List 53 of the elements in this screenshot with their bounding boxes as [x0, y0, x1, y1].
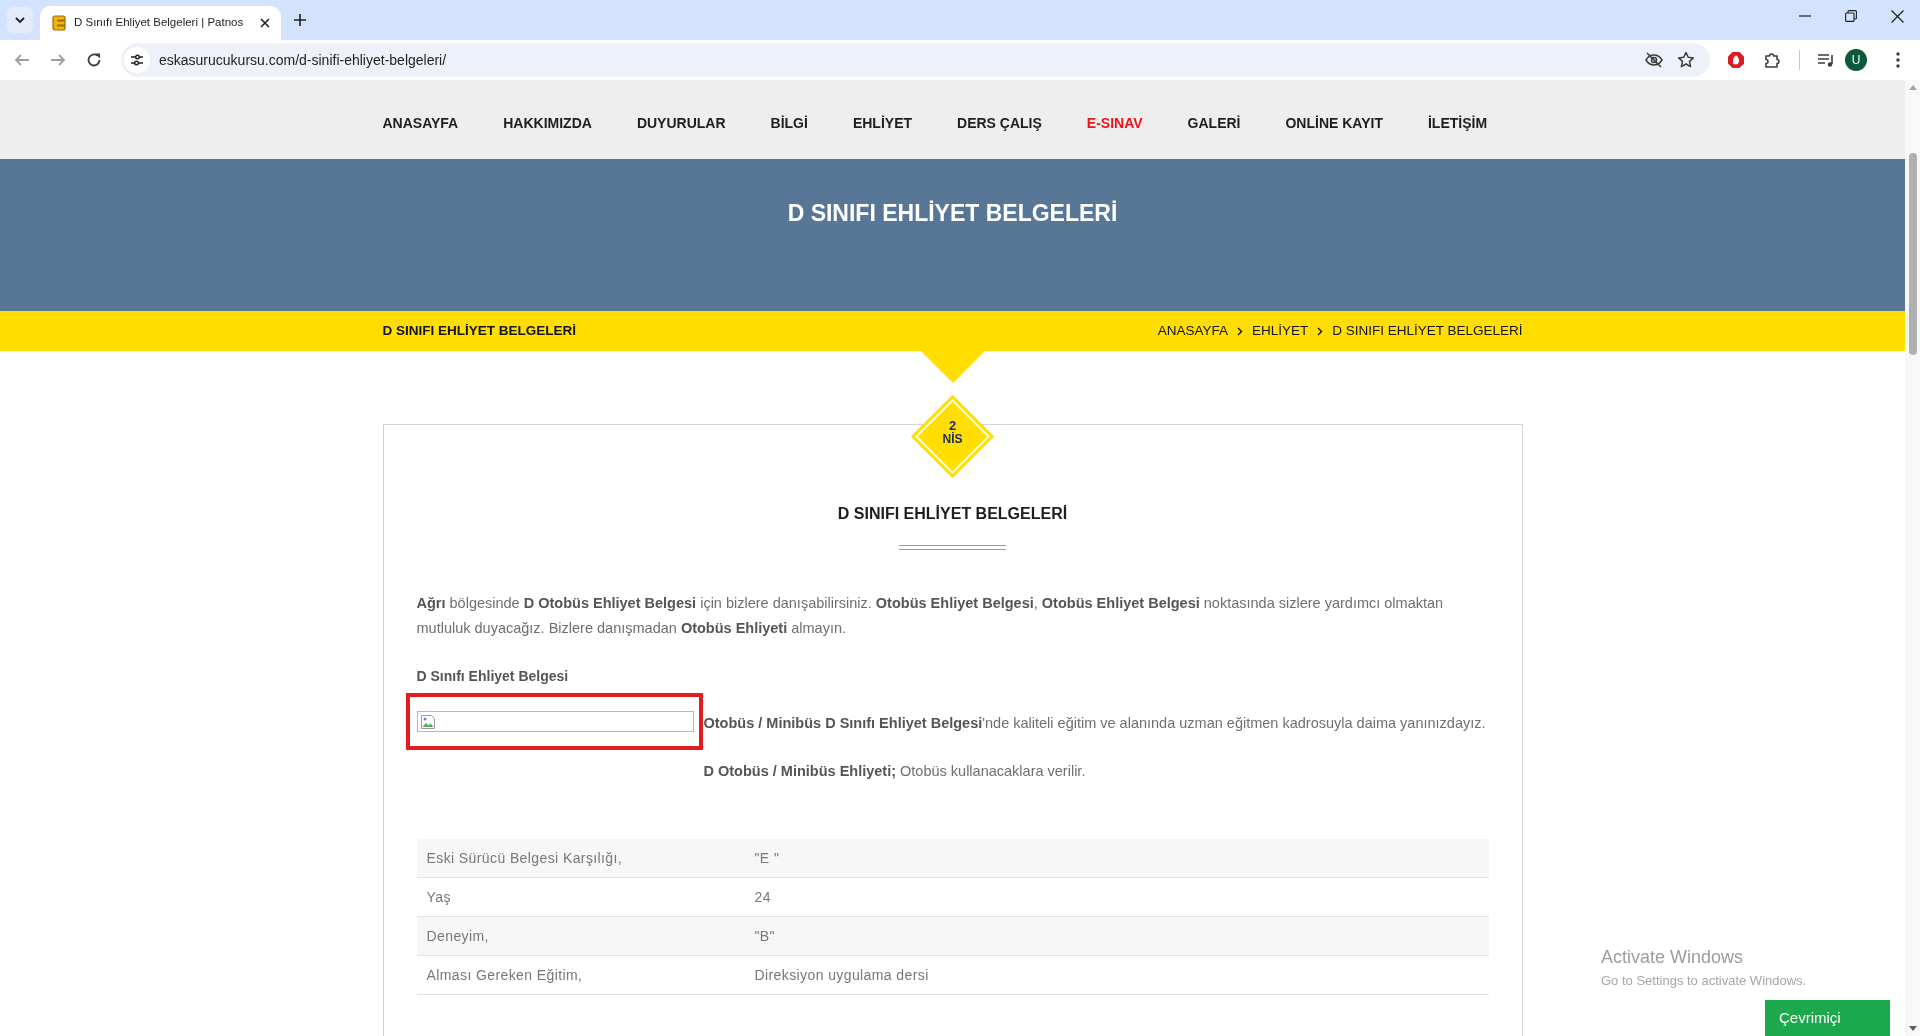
broken-image-icon	[419, 714, 436, 730]
section-title: D SINIFI EHLİYET BELGELERİ	[382, 321, 576, 340]
close-icon[interactable]	[1891, 9, 1904, 23]
section-heading: D Sınıfı Ehliyet Belgesi	[416, 667, 570, 686]
media-playlist-icon[interactable]	[1817, 52, 1835, 68]
article-title: D SINIFI EHLİYET BELGELERİ	[836, 504, 1069, 524]
puzzle-icon[interactable]	[1763, 51, 1781, 69]
intro-paragraph: Ağrı bölgesinde D Otobüs Ehliyet Belgesi için bizlere danışabilirsiniz. Otobüs Ehliyet Belgesi, Otobüs Ehliyet Belgesi noktasında sizlere yardımcı olmaktan mutluluk duyacağız. Bizlere danışmadan Otobüs Ehliyeti almayın.	[416, 594, 1445, 638]
table-cell-text: "B"	[754, 926, 775, 946]
scrollbar-thumb[interactable]	[1908, 153, 1917, 355]
kebab-menu-icon[interactable]	[1896, 52, 1900, 68]
profile-avatar[interactable]: U	[1845, 49, 1867, 71]
plus-icon[interactable]	[293, 13, 308, 27]
nav-link[interactable]: BİLGİ	[770, 112, 808, 134]
browser-tab[interactable]: D Sınıfı Ehliyet Belgeleri | Patnos	[40, 6, 282, 40]
nav-link[interactable]: HAKKIMIZDA	[503, 112, 592, 134]
nav-link[interactable]: ONLİNE KAYIT	[1285, 112, 1383, 134]
table-cell-text: Eski Sürücü Belgesi Karşılığı,	[426, 848, 624, 868]
nav-link[interactable]: E-SINAV	[1086, 112, 1143, 134]
eye-slash-icon[interactable]	[1645, 52, 1663, 68]
site-settings-icon[interactable]	[124, 47, 150, 73]
breadcrumb-link[interactable]: ANASAYFA	[1157, 320, 1228, 342]
nav-link[interactable]: GALERİ	[1187, 112, 1241, 134]
scroll-down-icon[interactable]	[1908, 1026, 1917, 1031]
stop-hand-icon[interactable]	[1727, 51, 1745, 69]
table-cell-text: 24	[754, 887, 771, 907]
favicon-icon	[52, 15, 66, 31]
address-bar[interactable]: eskasurucukursu.com/d-sinifi-ehliyet-belgeleri/	[121, 43, 1710, 77]
body-paragraph: D Otobüs / Minibüs Ehliyeti; Otobüs kullanacaklara verilir.	[703, 762, 1087, 781]
date-day: 2	[948, 418, 957, 433]
table-cell-text: "E "	[754, 848, 780, 868]
date-month: NİS	[942, 432, 963, 446]
reload-icon[interactable]	[85, 51, 103, 69]
table-cell-text: Deneyim,	[426, 926, 490, 946]
nav-link[interactable]: DUYURULAR	[636, 112, 726, 134]
nav-link[interactable]: İLETİŞİM	[1427, 112, 1488, 134]
breadcrumb-link[interactable]: D SINIFI EHLİYET BELGELERİ	[1332, 320, 1523, 342]
restore-icon[interactable]	[1845, 10, 1857, 22]
star-icon[interactable]	[1677, 51, 1695, 69]
chevron-right-icon	[1317, 326, 1324, 336]
activation-notice-text: Go to Settings to activate Windows.	[1601, 972, 1807, 990]
activation-notice-title: Activate Windows	[1601, 946, 1745, 968]
nav-link[interactable]: DERS ÇALIŞ	[957, 112, 1042, 134]
nav-link[interactable]: EHLİYET	[852, 112, 913, 134]
body-paragraph: Otobüs / Minibüs D Sınıfı Ehliyet Belgesi'nde kaliteli eğitim ve alanında uzman eğitmen kadrosuyla daima yanınızdayız.	[703, 714, 1487, 733]
breadcrumb-link[interactable]: EHLİYET	[1251, 320, 1309, 342]
nav-link[interactable]: ANASAYFA	[382, 112, 459, 134]
page-title: D SINIFI EHLİYET BELGELERİ	[787, 199, 1118, 228]
chevron-right-icon	[1236, 326, 1243, 336]
tab-search-icon[interactable]	[7, 7, 33, 33]
table-cell-text: Yaş	[426, 887, 452, 907]
table-cell-text: Direksiyon uygulama dersi	[754, 965, 929, 985]
table-cell-text: Alması Gereken Eğitim,	[426, 965, 584, 985]
